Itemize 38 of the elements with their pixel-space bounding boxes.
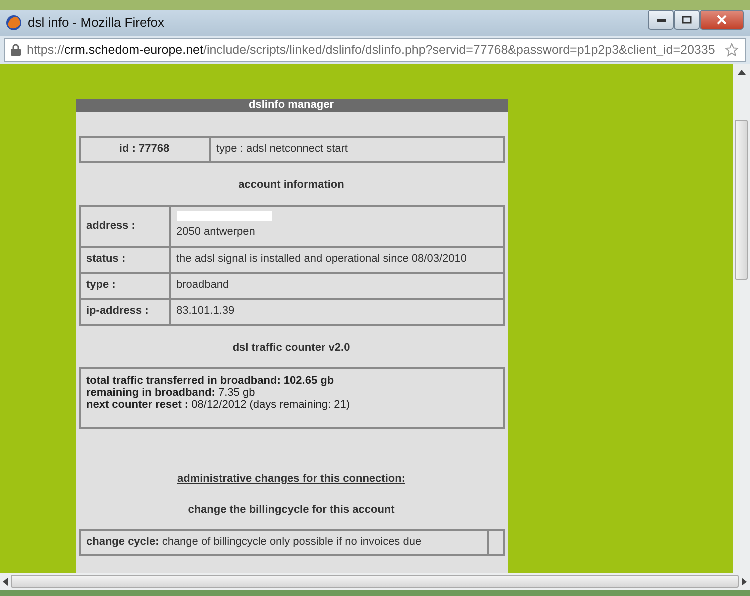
table-cell: type :: [80, 272, 170, 298]
lock-icon: [11, 44, 21, 56]
close-icon: [717, 15, 727, 25]
section-heading: account information: [238, 178, 346, 193]
scroll-thumb[interactable]: [11, 575, 739, 588]
traffic-line: remaining in broadband: 7.35 gb: [86, 387, 256, 399]
maximize-button[interactable]: [674, 10, 700, 30]
table-cell: broadband: [170, 272, 504, 298]
scroll-up-icon[interactable]: [738, 70, 746, 75]
table-cell: address :: [80, 206, 170, 246]
scroll-thumb[interactable]: [735, 120, 748, 280]
section-heading: dsl traffic counter v2.0: [232, 340, 352, 356]
table-cell: [488, 530, 504, 555]
traffic-line: next counter reset : 08/12/2012 (days remaining: 21): [86, 399, 352, 411]
minimize-button[interactable]: [648, 10, 674, 30]
panel-header: dslinfo manager: [76, 99, 508, 112]
horizontal-scrollbar[interactable]: [0, 573, 750, 590]
table-cell: change cycle: change of billingcycle only possible if no invoices due: [80, 530, 488, 555]
close-button[interactable]: [700, 10, 744, 30]
admin-link[interactable]: administrative changes for this connection:: [178, 473, 406, 485]
address-field[interactable]: https://crm.schedom-europe.net/include/scripts/linked/dslinfo/dslinfo.php?servid=77768&password=p1p2p3&client_id=20335: [4, 38, 746, 62]
table-cell: the adsl signal is installed and operational since 08/03/2010: [170, 246, 504, 272]
section-heading: change the billingcycle for this account: [187, 502, 396, 518]
browser-logo-icon: [6, 15, 22, 31]
table-cell: 83.101.1.39: [170, 298, 504, 324]
table-cell-text: 2050 antwerpen: [176, 226, 256, 238]
minimize-icon: [656, 18, 666, 22]
window-title: dsl info - Mozilla Firefox: [28, 14, 166, 32]
scroll-left-icon[interactable]: [3, 578, 8, 586]
table-cell: id : 77768: [80, 137, 210, 162]
table-cell: ip-address :: [80, 298, 170, 324]
table-cell: status :: [80, 246, 170, 272]
star-icon[interactable]: [725, 43, 739, 57]
traffic-line: total traffic transferred in broadband: 102.65 gb: [86, 375, 336, 387]
table-cell: type : adsl netconnect start: [210, 137, 504, 162]
maximize-icon: [682, 16, 692, 24]
vertical-scrollbar[interactable]: [733, 64, 750, 573]
scroll-right-icon[interactable]: [742, 578, 747, 586]
